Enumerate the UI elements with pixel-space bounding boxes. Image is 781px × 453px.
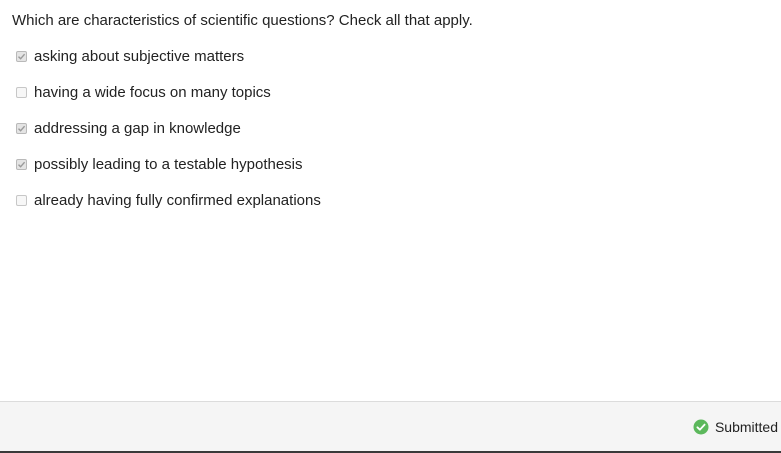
option-3[interactable]: possibly leading to a testable hypothesi… [16, 156, 321, 174]
option-label: already having fully confirmed explanati… [34, 192, 321, 209]
option-4[interactable]: already having fully confirmed explanati… [16, 192, 321, 210]
checkbox[interactable] [16, 158, 27, 170]
question-text: Which are characteristics of scientific … [12, 12, 473, 29]
option-label: asking about subjective matters [34, 48, 245, 65]
option-2[interactable]: addressing a gap in knowledge [16, 120, 321, 138]
option-label: having a wide focus on many topics [34, 84, 271, 101]
option-label: possibly leading to a testable hypothesi… [34, 156, 303, 173]
status-text: Submitted [714, 419, 778, 435]
checkbox[interactable] [16, 86, 27, 98]
checkbox[interactable] [16, 122, 27, 134]
option-0[interactable]: asking about subjective matters [16, 48, 321, 66]
submission-status: Submitted [693, 419, 778, 435]
checkmark-icon [18, 161, 26, 168]
option-label: addressing a gap in knowledge [34, 120, 241, 137]
footer-bar: Submitted [0, 401, 781, 451]
checkmark-icon [18, 53, 26, 60]
checkbox[interactable] [16, 50, 27, 62]
answer-options: asking about subjective matters having a… [16, 48, 321, 228]
option-1[interactable]: having a wide focus on many topics [16, 84, 321, 102]
check-circle-icon [693, 419, 709, 435]
checkmark-icon [18, 125, 26, 132]
checkbox[interactable] [16, 194, 27, 206]
